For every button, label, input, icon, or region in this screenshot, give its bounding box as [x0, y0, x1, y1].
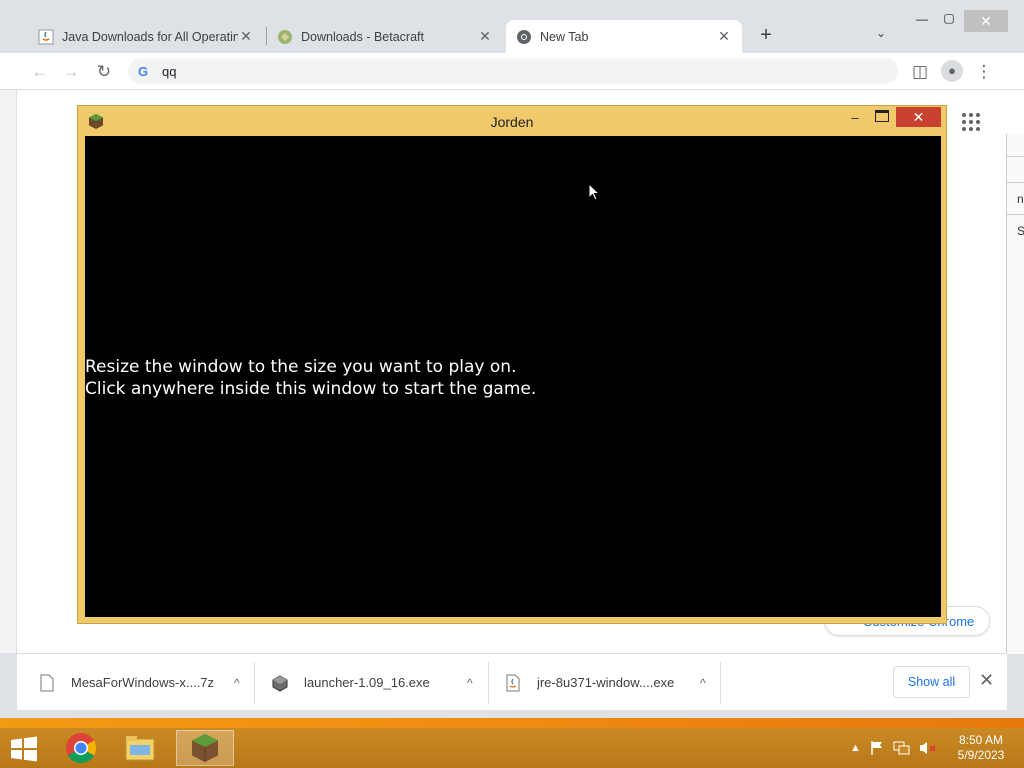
- tab-label: New Tab: [540, 29, 589, 44]
- close-downloads-bar-icon[interactable]: ✕: [979, 670, 994, 691]
- download-filename: launcher-1.09_16.exe: [304, 675, 430, 690]
- edge-text: n: [1017, 192, 1024, 206]
- volume-muted-icon[interactable]: [919, 740, 937, 756]
- maximize-button[interactable]: [875, 110, 889, 122]
- java-icon: [506, 674, 520, 691]
- maximize-button[interactable]: ▢: [939, 11, 959, 25]
- browser-toolbar: ← → ↻ G qq ◫ ● ⋮: [0, 53, 1024, 90]
- close-button[interactable]: ✕: [896, 107, 941, 127]
- divider: [488, 662, 489, 704]
- taskbar: ▲ 8:50 AM 5/9/2023: [0, 728, 1024, 768]
- clock-date: 5/9/2023: [957, 748, 1005, 762]
- background-window-edge: n S: [1006, 134, 1024, 654]
- tab-java-downloads[interactable]: Java Downloads for All Operating Systems…: [28, 20, 264, 53]
- address-bar-text: qq: [162, 63, 177, 79]
- chevron-up-icon[interactable]: ^: [234, 676, 240, 690]
- tab-close-icon[interactable]: ✕: [238, 28, 254, 45]
- tab-close-icon[interactable]: ✕: [477, 28, 493, 45]
- downloads-bar: MesaForWindows-x....7z ^ launcher-1.09_1…: [17, 653, 1007, 710]
- new-tab-button[interactable]: +: [755, 24, 777, 46]
- launcher-icon: [272, 674, 288, 692]
- taskbar-chrome[interactable]: [52, 730, 110, 766]
- forward-button[interactable]: →: [60, 61, 82, 83]
- divider: [254, 662, 255, 704]
- show-hidden-icons-icon[interactable]: ▲: [850, 742, 861, 754]
- close-window-button[interactable]: ✕: [964, 10, 1008, 32]
- tab-label: Downloads - Betacraft: [301, 29, 424, 44]
- tab-strip: Java Downloads for All Operating Systems…: [0, 0, 1024, 53]
- edge-text: S: [1017, 224, 1024, 238]
- chevron-up-icon[interactable]: ^: [467, 676, 473, 690]
- system-tray: ▲: [850, 738, 937, 758]
- tab-close-icon[interactable]: ✕: [716, 28, 732, 45]
- game-message: Click anywhere inside this window to sta…: [85, 379, 537, 399]
- mouse-cursor-icon: [588, 183, 600, 201]
- divider: [720, 662, 721, 704]
- download-item[interactable]: launcher-1.09_16.exe ^: [272, 654, 473, 711]
- download-item[interactable]: jre-8u371-window....exe ^: [505, 654, 706, 711]
- game-window-titlebar[interactable]: Jorden – ✕: [78, 106, 946, 136]
- game-window: Jorden – ✕ Resize the window to the size…: [77, 105, 947, 624]
- chrome-icon: [66, 733, 97, 764]
- game-message: Resize the window to the size you want t…: [85, 357, 517, 377]
- system-clock[interactable]: 8:50 AM 5/9/2023: [950, 733, 1012, 763]
- minimize-button[interactable]: —: [912, 12, 932, 26]
- page-left-strip: [0, 90, 17, 653]
- chrome-icon: [517, 29, 531, 44]
- download-item[interactable]: MesaForWindows-x....7z ^: [39, 654, 240, 711]
- reload-button[interactable]: ↻: [93, 61, 115, 83]
- minecraft-block-icon: [192, 734, 218, 762]
- game-canvas[interactable]: Resize the window to the size you want t…: [85, 136, 941, 617]
- google-icon: G: [138, 63, 149, 79]
- side-panel-icon[interactable]: ◫: [909, 61, 931, 83]
- action-center-flag-icon[interactable]: [869, 740, 885, 756]
- address-bar[interactable]: G qq: [128, 58, 898, 84]
- profile-avatar[interactable]: ●: [941, 60, 963, 82]
- taskbar-file-explorer[interactable]: [111, 730, 169, 766]
- tab-new-tab[interactable]: New Tab ✕: [506, 20, 742, 53]
- google-apps-icon[interactable]: [962, 113, 980, 131]
- download-filename: MesaForWindows-x....7z: [71, 675, 215, 690]
- taskbar-minecraft[interactable]: [176, 730, 234, 766]
- tab-search-chevron-icon[interactable]: ⌄: [876, 26, 886, 40]
- tab-label: Java Downloads for All Operating Systems: [62, 29, 238, 44]
- file-icon: [40, 674, 54, 691]
- network-icon[interactable]: [893, 740, 911, 756]
- windows-start-icon[interactable]: [10, 736, 38, 762]
- chrome-menu-icon[interactable]: ⋮: [973, 61, 995, 83]
- chevron-up-icon[interactable]: ^: [700, 676, 706, 690]
- tab-betacraft[interactable]: Downloads - Betacraft ✕: [267, 20, 503, 53]
- folder-icon: [125, 736, 155, 761]
- show-all-button[interactable]: Show all: [893, 666, 970, 698]
- back-button[interactable]: ←: [29, 61, 51, 83]
- betacraft-icon: [278, 29, 292, 44]
- java-icon: [38, 29, 54, 44]
- download-filename: jre-8u371-window....exe: [537, 675, 675, 690]
- minimize-button[interactable]: –: [848, 110, 862, 125]
- clock-time: 8:50 AM: [958, 733, 1004, 747]
- game-window-title: Jorden: [490, 114, 534, 130]
